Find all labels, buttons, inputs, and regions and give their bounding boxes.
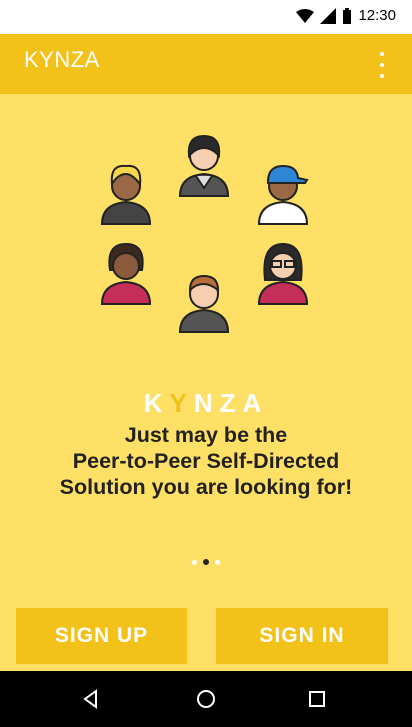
avatar-icon bbox=[178, 274, 230, 333]
avatar-icon bbox=[100, 242, 152, 305]
home-button[interactable] bbox=[193, 686, 219, 712]
overflow-dot-icon bbox=[380, 74, 384, 78]
back-button[interactable] bbox=[78, 686, 104, 712]
avatar-icon bbox=[257, 164, 309, 225]
wifi-icon bbox=[296, 8, 315, 23]
sign-in-button[interactable]: SIGN IN bbox=[216, 608, 388, 664]
overflow-dot-icon bbox=[380, 52, 384, 56]
clock: 12:30 bbox=[358, 7, 396, 24]
brand-wordmark: KYNZA bbox=[0, 388, 412, 419]
page-dot[interactable] bbox=[192, 559, 197, 565]
tagline: Just may be the Peer-to-Peer Self-Direct… bbox=[10, 422, 402, 500]
brand-letter: K bbox=[143, 388, 170, 418]
overflow-menu-button[interactable] bbox=[374, 50, 390, 80]
avatar-icon bbox=[100, 164, 152, 225]
app-bar: KYNZA bbox=[0, 34, 412, 94]
avatar-icon bbox=[178, 134, 230, 197]
overflow-dot-icon bbox=[380, 63, 384, 67]
brand-letter-accent: Y bbox=[169, 388, 194, 418]
page-indicator bbox=[190, 558, 222, 566]
app-title: KYNZA bbox=[24, 47, 100, 72]
page-dot-active[interactable] bbox=[203, 559, 209, 565]
avatar-icon bbox=[257, 242, 309, 305]
brand-letter: NZA bbox=[193, 388, 269, 418]
tagline-line: Solution you are looking for! bbox=[59, 475, 353, 499]
sign-up-button[interactable]: SIGN UP bbox=[16, 608, 187, 664]
tagline-line: Peer-to-Peer Self-Directed bbox=[72, 449, 340, 473]
back-triangle-icon bbox=[83, 689, 97, 709]
system-nav-bar bbox=[0, 671, 412, 727]
cell-signal-icon bbox=[320, 7, 337, 24]
page-dot[interactable] bbox=[215, 559, 220, 565]
home-circle-icon bbox=[197, 690, 215, 708]
recents-button[interactable] bbox=[304, 686, 330, 712]
battery-icon bbox=[343, 7, 352, 24]
status-bar: 12:30 bbox=[0, 0, 412, 34]
recents-square-icon bbox=[309, 691, 325, 707]
tagline-line: Just may be the bbox=[124, 423, 288, 447]
status-icons: 12:30 bbox=[296, 7, 396, 24]
